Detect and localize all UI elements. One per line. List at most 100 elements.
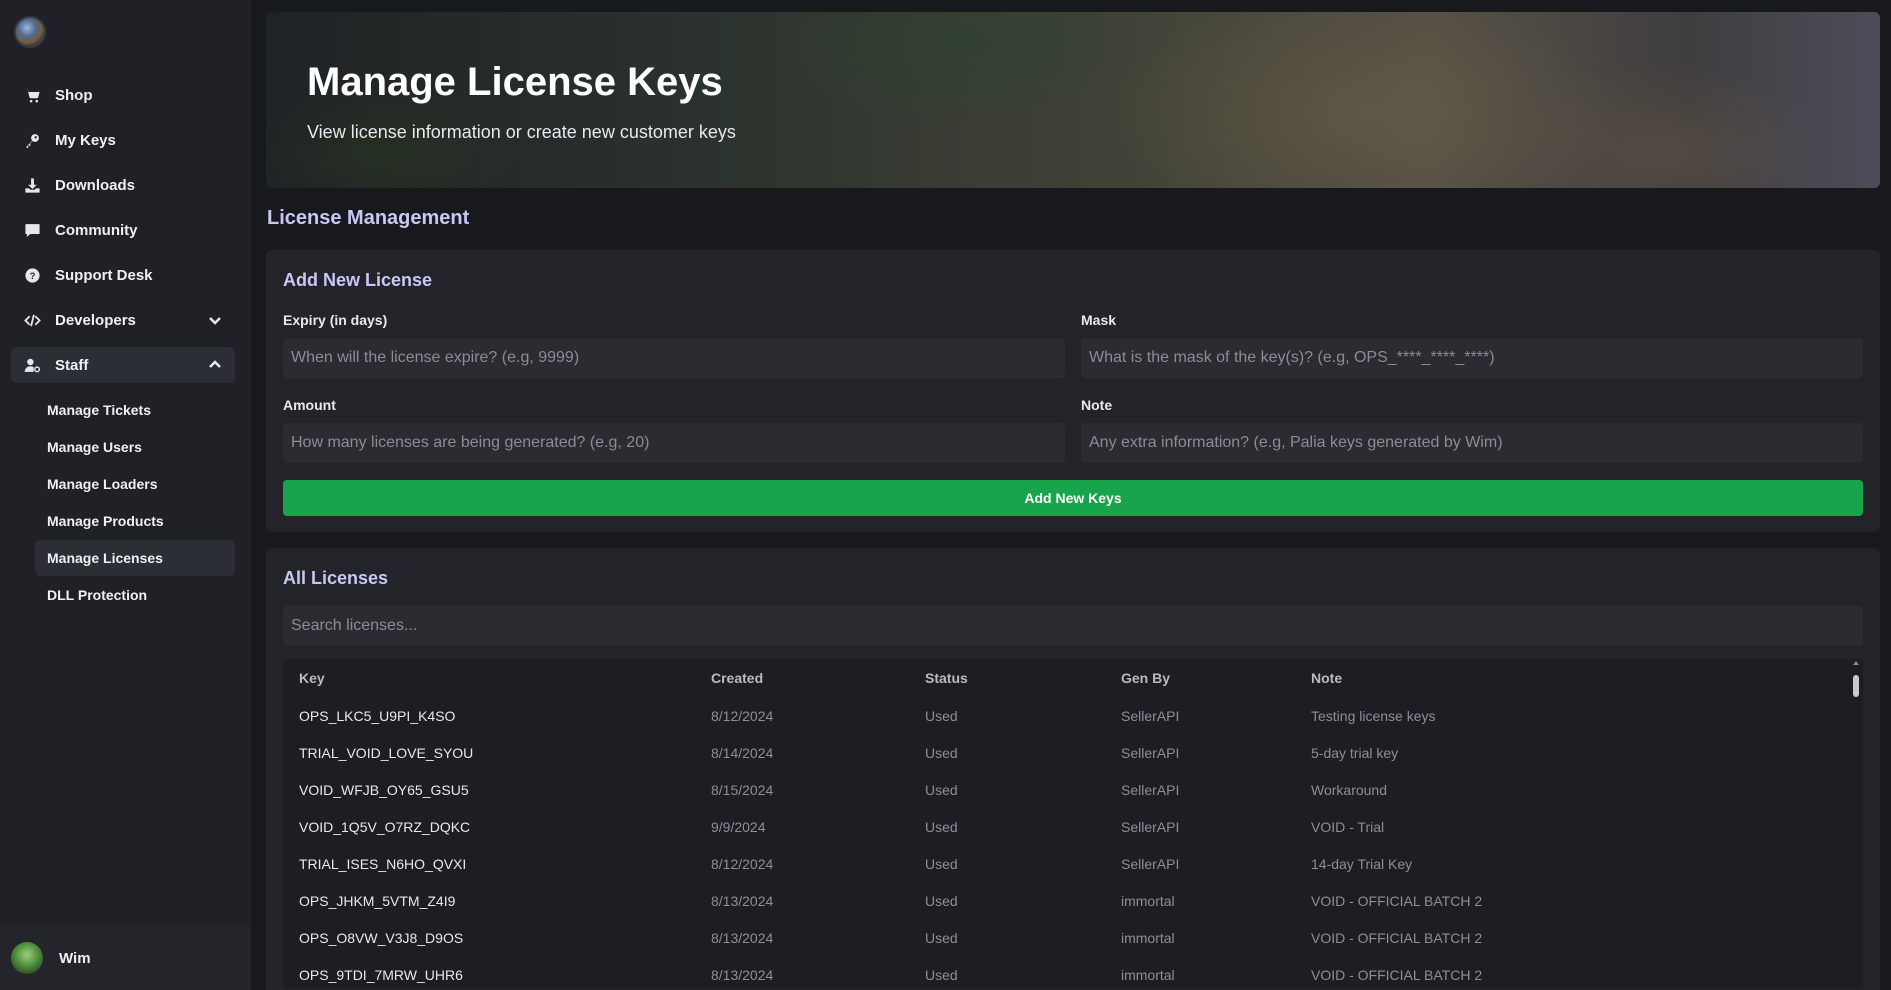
cell-status: Used	[925, 855, 958, 872]
note-input[interactable]	[1081, 423, 1863, 463]
cell-gen-by: SellerAPI	[1121, 744, 1180, 761]
licenses-table: Key Created Status Gen By Note OPS_LKC5_…	[283, 659, 1863, 989]
cell-note: 5-day trial key	[1311, 744, 1399, 761]
expiry-label: Expiry (in days)	[283, 312, 388, 328]
user-cog-icon	[23, 356, 41, 374]
table-row[interactable]: TRIAL_ISES_N6HO_QVXI 8/12/2024 Used SellerA…	[283, 845, 1843, 882]
cell-note: Workaround	[1311, 781, 1388, 798]
table-header-row: Key Created Status Gen By Note	[283, 659, 1843, 697]
cell-key: VOID_WFJB_OY65_GSU5	[299, 781, 469, 798]
cell-key: TRIAL_ISES_N6HO_QVXI	[299, 855, 467, 872]
section-title: License Management	[267, 207, 470, 229]
avatar[interactable]	[11, 942, 43, 974]
sidebar-item-label: Support Desk	[55, 266, 153, 284]
sidebar-item-label: My Keys	[55, 131, 116, 149]
cell-note: 14-day Trial Key	[1311, 855, 1413, 872]
table-row[interactable]: VOID_WFJB_OY65_GSU5 8/15/2024 Used SellerAP…	[283, 771, 1843, 808]
cell-status: Used	[925, 744, 958, 761]
table-row[interactable]: OPS_LKC5_U9PI_K4SO 8/12/2024 Used SellerAPI…	[283, 697, 1843, 734]
sidebar-item-label: Developers	[55, 311, 136, 329]
cell-created: 8/13/2024	[711, 929, 774, 946]
amount-input[interactable]	[283, 423, 1065, 463]
sidebar-item-label: Downloads	[55, 176, 136, 194]
cell-note: VOID - OFFICIAL BATCH 2	[1311, 892, 1483, 909]
scroll-thumb[interactable]	[1853, 675, 1859, 697]
cell-key: VOID_1Q5V_O7RZ_DQKC	[299, 818, 471, 835]
sidebar-nav: Shop My Keys Downloads Community ? Suppo…	[11, 77, 235, 392]
table-row[interactable]: VOID_1Q5V_O7RZ_DQKC 9/9/2024 Used SellerAPI…	[283, 808, 1843, 845]
sidebar-item-manage-loaders[interactable]: Manage Loaders	[35, 466, 235, 502]
cell-status: Used	[925, 929, 958, 946]
app-logo[interactable]	[16, 18, 44, 46]
mask-input[interactable]	[1081, 338, 1863, 378]
cell-status: Used	[925, 781, 958, 798]
column-header-gen-by[interactable]: Gen By	[1121, 659, 1311, 697]
sidebar-item-label: Community	[55, 221, 138, 239]
cell-note: VOID - OFFICIAL BATCH 2	[1311, 929, 1483, 946]
chevron-up-icon[interactable]	[207, 357, 223, 373]
column-header-key[interactable]: Key	[283, 659, 711, 697]
sidebar-item-manage-tickets[interactable]: Manage Tickets	[35, 392, 235, 428]
add-license-card: Add New License Expiry (in days) Mask Am…	[266, 250, 1880, 532]
chevron-down-icon[interactable]	[207, 312, 223, 328]
cell-gen-by: SellerAPI	[1121, 855, 1180, 872]
sidebar: Shop My Keys Downloads Community ? Suppo…	[0, 0, 251, 990]
sidebar-item-developers[interactable]: Developers	[11, 302, 235, 338]
cell-gen-by: SellerAPI	[1121, 781, 1180, 798]
staff-subnav: Manage Tickets Manage Users Manage Loade…	[35, 392, 235, 614]
sidebar-item-label: Shop	[55, 86, 93, 104]
table-row[interactable]: OPS_JHKM_5VTM_Z4I9 8/13/2024 Used immortal V…	[283, 882, 1843, 919]
sidebar-item-manage-users[interactable]: Manage Users	[35, 429, 235, 465]
sidebar-item-staff[interactable]: Staff	[11, 347, 235, 383]
page-title: Manage License Keys	[307, 60, 723, 104]
chat-icon	[23, 221, 41, 239]
column-header-note[interactable]: Note	[1311, 659, 1843, 697]
sidebar-item-label: Staff	[55, 356, 89, 374]
cell-gen-by: SellerAPI	[1121, 707, 1180, 724]
cell-gen-by: immortal	[1121, 892, 1175, 909]
cell-status: Used	[925, 818, 958, 835]
cell-created: 9/9/2024	[711, 818, 766, 835]
cell-created: 8/15/2024	[711, 781, 774, 798]
table-row[interactable]: OPS_9TDI_7MRW_UHR6 8/13/2024 Used immortal V…	[283, 956, 1843, 989]
cell-created: 8/13/2024	[711, 966, 774, 983]
column-header-created[interactable]: Created	[711, 659, 925, 697]
column-header-status[interactable]: Status	[925, 659, 1121, 697]
card-title: All Licenses	[283, 568, 389, 588]
all-licenses-card: All Licenses Key Created Status Gen By N…	[266, 548, 1880, 990]
user-profile[interactable]: Wim	[0, 926, 251, 990]
cell-created: 8/12/2024	[711, 707, 774, 724]
sidebar-item-downloads[interactable]: Downloads	[11, 167, 235, 203]
sidebar-item-manage-products[interactable]: Manage Products	[35, 503, 235, 539]
cell-created: 8/14/2024	[711, 744, 774, 761]
cell-note: VOID - OFFICIAL BATCH 2	[1311, 966, 1483, 983]
help-circle-icon: ?	[23, 266, 41, 284]
cart-icon	[23, 86, 41, 104]
expiry-input[interactable]	[283, 338, 1065, 378]
code-icon	[23, 311, 41, 329]
sidebar-item-shop[interactable]: Shop	[11, 77, 235, 113]
cell-status: Used	[925, 966, 958, 983]
cell-key: OPS_LKC5_U9PI_K4SO	[299, 707, 456, 724]
scroll-up-arrow[interactable]	[1853, 661, 1859, 665]
sidebar-item-community[interactable]: Community	[11, 212, 235, 248]
amount-label: Amount	[283, 397, 336, 413]
cell-gen-by: immortal	[1121, 929, 1175, 946]
search-input[interactable]	[283, 606, 1863, 646]
sidebar-item-support-desk[interactable]: ? Support Desk	[11, 257, 235, 293]
table-row[interactable]: OPS_O8VW_V3J8_D9OS 8/13/2024 Used immortal V…	[283, 919, 1843, 956]
table-scrollbar[interactable]	[1851, 661, 1861, 987]
sidebar-item-my-keys[interactable]: My Keys	[11, 122, 235, 158]
key-icon	[23, 131, 41, 149]
cell-gen-by: SellerAPI	[1121, 818, 1180, 835]
sidebar-item-manage-licenses[interactable]: Manage Licenses	[35, 540, 235, 576]
sidebar-item-dll-protection[interactable]: DLL Protection	[35, 577, 235, 613]
table-row[interactable]: TRIAL_VOID_LOVE_SYOU 8/14/2024 Used SellerA…	[283, 734, 1843, 771]
add-new-keys-button[interactable]: Add New Keys	[283, 480, 1863, 516]
cell-key: TRIAL_VOID_LOVE_SYOU	[299, 744, 474, 761]
cell-key: OPS_9TDI_7MRW_UHR6	[299, 966, 463, 983]
cell-note: Testing license keys	[1311, 707, 1436, 724]
username: Wim	[59, 949, 91, 967]
card-title: Add New License	[283, 270, 433, 290]
cell-status: Used	[925, 892, 958, 909]
